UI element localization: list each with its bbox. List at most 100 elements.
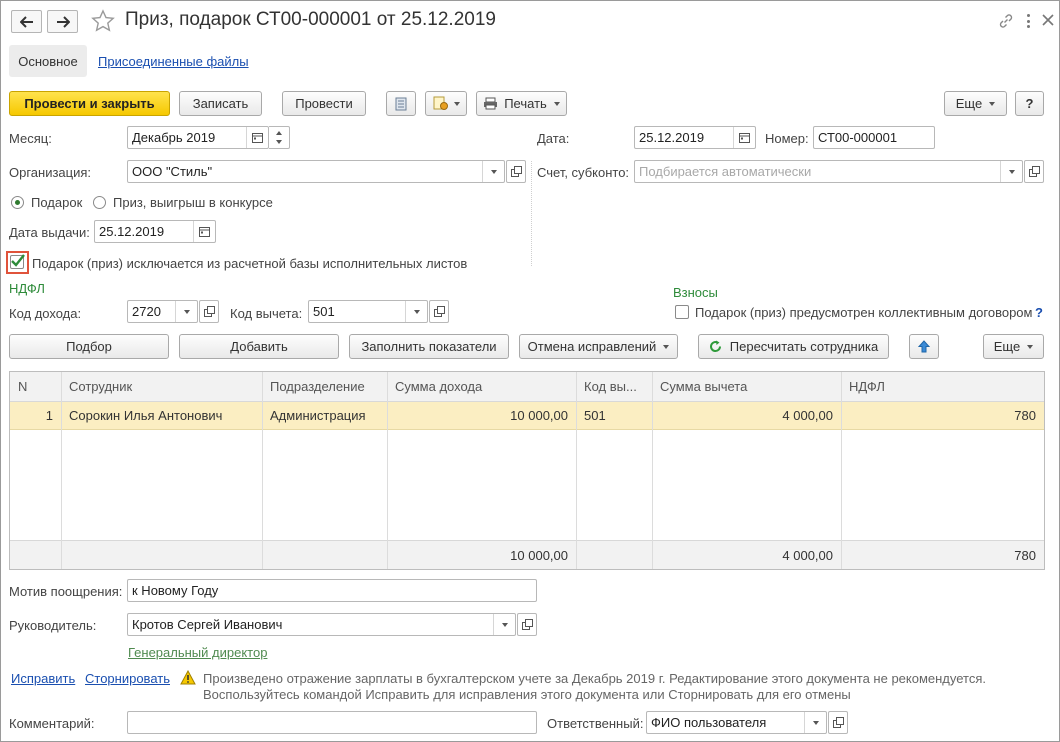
- spin-up-icon[interactable]: [276, 131, 282, 135]
- open-organization-button[interactable]: [506, 160, 526, 183]
- income-code-field[interactable]: 2720: [127, 300, 198, 323]
- back-button[interactable]: [11, 10, 42, 33]
- comment-field[interactable]: [127, 711, 537, 734]
- pick-button[interactable]: Подбор: [9, 334, 169, 359]
- dropdown-button[interactable]: [482, 161, 504, 182]
- spin-down-icon[interactable]: [276, 140, 282, 144]
- post-button[interactable]: Провести: [282, 91, 366, 116]
- open-link-icon: [510, 166, 522, 177]
- employees-table[interactable]: N Сотрудник Подразделение Сумма дохода К…: [9, 371, 1045, 570]
- column-header-ndfl[interactable]: НДФЛ: [841, 372, 1044, 401]
- storno-link[interactable]: Сторнировать: [85, 671, 170, 686]
- column-header-deduction-sum[interactable]: Сумма вычета: [652, 372, 841, 401]
- row-deduction-code: 501: [584, 408, 606, 423]
- more-actions-button[interactable]: Еще: [944, 91, 1007, 116]
- income-code-label: Код дохода:: [9, 306, 82, 321]
- issue-date-label: Дата выдачи:: [9, 225, 90, 240]
- open-deduction-code-button[interactable]: [429, 300, 449, 323]
- organization-field[interactable]: ООО "Стиль": [127, 160, 505, 183]
- radio-gift-label[interactable]: Подарок: [31, 195, 82, 210]
- column-header-department[interactable]: Подразделение: [262, 372, 387, 401]
- create-based-on-button[interactable]: [425, 91, 467, 116]
- number-field[interactable]: СТ00-000001: [813, 126, 935, 149]
- account-field[interactable]: Подбирается автоматически: [634, 160, 1023, 183]
- manager-field[interactable]: Кротов Сергей Иванович: [127, 613, 516, 636]
- month-field[interactable]: Декабрь 2019: [127, 126, 269, 149]
- link-icon[interactable]: [998, 13, 1014, 32]
- motive-field[interactable]: к Новому Году: [127, 579, 537, 602]
- calendar-icon[interactable]: [193, 221, 215, 242]
- column-divider: [61, 372, 62, 569]
- open-income-code-button[interactable]: [199, 300, 219, 323]
- exclude-checkbox-label[interactable]: Подарок (приз) исключается из расчетной …: [32, 256, 467, 271]
- dropdown-button[interactable]: [804, 712, 826, 733]
- manager-position-link[interactable]: Генеральный директор: [128, 645, 267, 660]
- dropdown-button[interactable]: [1000, 161, 1022, 182]
- printer-icon: [484, 97, 498, 110]
- help-button[interactable]: ?: [1015, 91, 1044, 116]
- move-up-button[interactable]: [909, 334, 939, 359]
- page-title: Приз, подарок СТ00-000001 от 25.12.2019: [125, 9, 496, 30]
- refresh-icon: [709, 340, 721, 353]
- table-row[interactable]: 1 Сорокин Илья Антонович Администрация 1…: [10, 402, 1044, 430]
- month-value: Декабрь 2019: [132, 130, 216, 145]
- fix-link[interactable]: Исправить: [11, 671, 75, 686]
- column-header-deduction-code[interactable]: Код вы...: [576, 372, 652, 401]
- forward-button[interactable]: [47, 10, 78, 33]
- chevron-down-icon: [553, 101, 560, 106]
- collective-agreement-checkbox[interactable]: [675, 305, 689, 319]
- issue-date-value: 25.12.2019: [99, 224, 165, 239]
- document-list-icon: [395, 97, 407, 110]
- radio-prize-label[interactable]: Приз, выигрыш в конкурсе: [113, 195, 273, 210]
- deduction-code-label: Код вычета:: [230, 306, 303, 321]
- dropdown-button[interactable]: [405, 301, 427, 322]
- recalculate-employee-label: Пересчитать сотрудника: [729, 339, 879, 354]
- open-responsible-button[interactable]: [828, 711, 848, 734]
- chevron-down-icon: [490, 169, 497, 174]
- favorite-star-icon[interactable]: [91, 9, 115, 36]
- dropdown-button[interactable]: [175, 301, 197, 322]
- cancel-corrections-button[interactable]: Отмена исправлений: [519, 334, 678, 359]
- column-header-income[interactable]: Сумма дохода: [387, 372, 576, 401]
- warning-icon: [180, 669, 196, 688]
- warning-text-line2: Воспользуйтесь командой Исправить для ис…: [203, 687, 851, 702]
- row-n: 1: [45, 408, 53, 423]
- date-field[interactable]: 25.12.2019: [634, 126, 756, 149]
- recalculate-employee-button[interactable]: Пересчитать сотрудника: [698, 334, 889, 359]
- calendar-icon[interactable]: [733, 127, 755, 148]
- radio-gift[interactable]: [11, 196, 24, 209]
- table-more-button[interactable]: Еще: [983, 334, 1044, 359]
- journal-button[interactable]: [386, 91, 416, 116]
- menu-dots-icon[interactable]: [1023, 11, 1033, 31]
- column-divider: [841, 372, 842, 569]
- save-button[interactable]: Записать: [179, 91, 262, 116]
- collective-agreement-label[interactable]: Подарок (приз) предусмотрен коллективным…: [695, 305, 1032, 320]
- issue-date-field[interactable]: 25.12.2019: [94, 220, 216, 243]
- column-divider: [262, 372, 263, 569]
- close-icon[interactable]: [1041, 13, 1055, 30]
- open-manager-button[interactable]: [517, 613, 537, 636]
- month-spinner[interactable]: [269, 126, 290, 149]
- chevron-down-icon: [989, 101, 996, 106]
- help-question-icon[interactable]: ?: [1035, 305, 1043, 320]
- print-button[interactable]: Печать: [476, 91, 567, 116]
- calendar-icon[interactable]: [246, 127, 268, 148]
- manager-label: Руководитель:: [9, 618, 97, 633]
- contributions-section-title: Взносы: [673, 285, 718, 300]
- date-value: 25.12.2019: [639, 130, 705, 145]
- fill-indicators-button[interactable]: Заполнить показатели: [349, 334, 509, 359]
- dropdown-button[interactable]: [493, 614, 515, 635]
- column-header-employee[interactable]: Сотрудник: [61, 372, 262, 401]
- post-and-close-button[interactable]: Провести и закрыть: [9, 91, 170, 116]
- chevron-down-icon: [1027, 344, 1034, 349]
- open-account-button[interactable]: [1024, 160, 1044, 183]
- radio-prize[interactable]: [93, 196, 106, 209]
- tab-main[interactable]: Основное: [9, 45, 87, 77]
- add-button[interactable]: Добавить: [179, 334, 339, 359]
- tab-attached-files[interactable]: Присоединенные файлы: [98, 54, 249, 69]
- deduction-code-field[interactable]: 501: [308, 300, 428, 323]
- exclude-checkbox[interactable]: [10, 254, 25, 269]
- open-link-icon: [433, 306, 445, 317]
- column-header-n[interactable]: N: [10, 372, 61, 401]
- responsible-field[interactable]: ФИО пользователя: [646, 711, 827, 734]
